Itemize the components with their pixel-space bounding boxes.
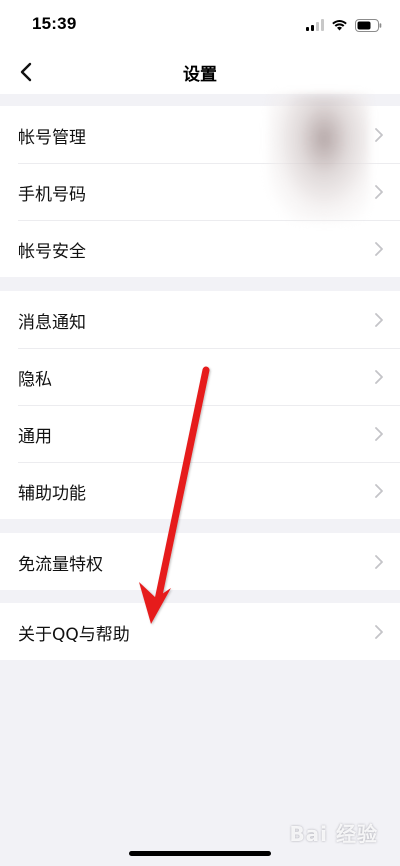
watermark: Bai 经验 <box>289 822 378 846</box>
settings-item-privacy[interactable]: 隐私 <box>0 348 400 405</box>
settings-item-general[interactable]: 通用 <box>0 405 400 462</box>
chevron-right-icon <box>375 370 383 384</box>
settings-item-label: 帐号安全 <box>18 242 86 262</box>
nav-bar: 设置 <box>0 50 400 94</box>
settings-group-data: 免流量特权 <box>0 533 400 590</box>
settings-item-label: 帐号管理 <box>18 128 86 148</box>
chevron-right-icon <box>375 185 383 199</box>
settings-item-free-data[interactable]: 免流量特权 <box>0 533 400 590</box>
settings-item-label: 隐私 <box>18 370 52 390</box>
settings-item-about-help[interactable]: 关于QQ与帮助 <box>0 603 400 660</box>
page-title: 设置 <box>183 65 217 85</box>
settings-item-label: 辅助功能 <box>18 484 86 504</box>
chevron-right-icon <box>375 427 383 441</box>
settings-group-about: 关于QQ与帮助 <box>0 603 400 660</box>
settings-group-account: 帐号管理 手机号码 帐号安全 <box>0 106 400 277</box>
settings-item-notifications[interactable]: 消息通知 <box>0 291 400 348</box>
settings-item-account-security[interactable]: 帐号安全 <box>0 220 400 277</box>
settings-group-general: 消息通知 隐私 通用 辅助功能 <box>0 291 400 519</box>
wifi-icon <box>332 20 347 31</box>
settings-item-label: 关于QQ与帮助 <box>18 625 130 645</box>
chevron-right-icon <box>375 128 383 142</box>
settings-item-phone-number[interactable]: 手机号码 <box>0 163 400 220</box>
settings-item-label: 手机号码 <box>18 185 86 205</box>
home-indicator <box>129 851 271 856</box>
chevron-right-icon <box>375 313 383 327</box>
battery-icon <box>355 18 382 32</box>
cellular-signal-icon <box>306 19 324 31</box>
settings-item-label: 通用 <box>18 427 52 447</box>
chevron-right-icon <box>375 555 383 569</box>
settings-item-account-management[interactable]: 帐号管理 <box>0 106 400 163</box>
status-icons <box>306 16 382 34</box>
chevron-right-icon <box>375 625 383 639</box>
chevron-right-icon <box>375 484 383 498</box>
settings-item-label: 免流量特权 <box>18 555 103 575</box>
settings-item-label: 消息通知 <box>18 313 86 333</box>
status-time: 15:39 <box>32 14 77 33</box>
status-bar: 15:39 <box>0 0 400 50</box>
settings-item-accessibility[interactable]: 辅助功能 <box>0 462 400 519</box>
chevron-right-icon <box>375 242 383 256</box>
